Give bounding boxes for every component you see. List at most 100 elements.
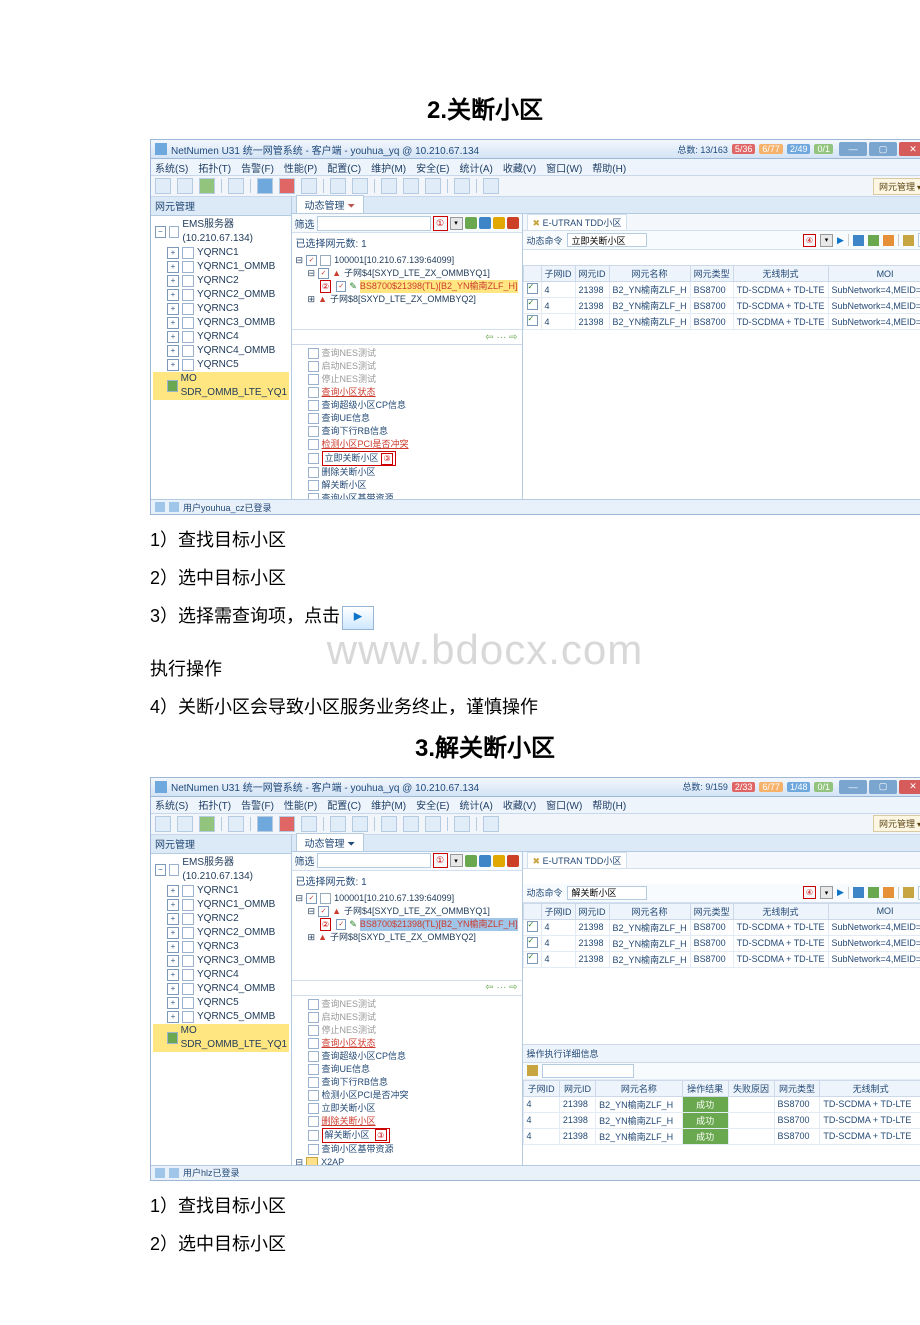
command-list[interactable]: 查询NES测试 启动NES测试 停止NES测试 查询小区状态 查询超级小区CP信… (292, 995, 522, 1165)
menu-system[interactable]: 系统(S) (155, 160, 188, 175)
menu-help[interactable]: 帮助(H) (592, 160, 626, 175)
tree-item[interactable]: YQRNC1 (197, 246, 239, 260)
cmd-pci-check[interactable]: 检测小区PCI是否冲突 (322, 438, 409, 451)
tool-icon[interactable] (177, 178, 193, 194)
tool-icon[interactable] (228, 816, 244, 832)
menu-perf[interactable]: 性能(P) (284, 160, 317, 175)
menu-item[interactable]: 拓扑(T) (198, 797, 231, 812)
tool-icon[interactable] (279, 178, 295, 194)
maximize-button[interactable]: ▢ (869, 142, 897, 156)
dropdown-icon[interactable]: ▾ (450, 854, 463, 867)
menu-window[interactable]: 窗口(W) (546, 160, 582, 175)
tool-icon[interactable] (257, 178, 273, 194)
table-row[interactable]: 421398B2_YN榆南ZLF_HBS8700TD-SCDMA + TD-LT… (523, 282, 920, 298)
filter-icon[interactable] (479, 855, 491, 867)
transfer-icons[interactable]: ⇦ ··· ⇨ (292, 980, 522, 995)
menu-maintain[interactable]: 维护(M) (371, 160, 406, 175)
result-table[interactable]: 子网ID 网元ID 网元名称 操作结果 失败原因 网元类型 无线制式 E-UTR… (523, 1080, 920, 1145)
filter-icon[interactable] (479, 217, 491, 229)
cmd-shutdown-cell[interactable]: 立即关断小区 ③ (322, 451, 397, 466)
tree-item[interactable]: YQRNC3_OMMB (197, 316, 275, 330)
menu-item[interactable]: 窗口(W) (546, 797, 582, 812)
result-filter-input[interactable] (542, 1064, 634, 1078)
table-row[interactable]: 421398B2_YN榆南ZLF_HBS8700TD-SCDMA + TD-LT… (523, 935, 920, 951)
menu-item[interactable]: 配置(C) (327, 797, 361, 812)
cmd-unshutdown-cell[interactable]: 解关断小区 ③ (322, 1128, 390, 1143)
dropdown-icon[interactable]: ▾ (820, 234, 833, 247)
right-dropdown[interactable]: 网元管理▾ (873, 178, 920, 195)
table-row[interactable]: 421398B2_YN榆南ZLF_HBS8700TD-SCDMA + TD-LT… (523, 951, 920, 967)
maximize-button[interactable]: ▢ (869, 780, 897, 794)
menu-security[interactable]: 安全(E) (416, 160, 449, 175)
tool-icon[interactable] (199, 816, 215, 832)
tool-icon[interactable] (381, 178, 397, 194)
selected-ne[interactable]: BS8700$21398(TL)[B2_YN榆南ZLF_H] (360, 918, 518, 931)
far-tab[interactable]: ✖ E-UTRAN TDD小区 (527, 214, 628, 230)
tool-icon[interactable] (199, 178, 215, 194)
tool-icon[interactable] (279, 816, 295, 832)
menu-item[interactable]: 维护(M) (371, 797, 406, 812)
tree-item[interactable]: YQRNC3 (197, 302, 239, 316)
tool-icon[interactable] (883, 235, 894, 246)
tree-item[interactable]: YQRNC2 (197, 274, 239, 288)
table-row[interactable]: 421398B2_YN榆南ZLF_HBS8700TD-SCDMA + TD-LT… (523, 298, 920, 314)
tool-icon[interactable] (868, 887, 879, 898)
minimize-button[interactable]: — (839, 780, 867, 794)
tool-icon[interactable] (853, 887, 864, 898)
tool-icon[interactable] (155, 816, 171, 832)
minimize-button[interactable]: — (839, 142, 867, 156)
table-row[interactable]: 421398B2_YN榆南ZLF_H成功BS8700TD-SCDMA + TD-… (523, 1128, 920, 1144)
ne-tree[interactable]: ⊟100001[10.210.67.139:64099] ⊟▲子网$4[SXYD… (292, 252, 522, 329)
transfer-icons[interactable]: ⇦ ··· ⇨ (292, 329, 522, 344)
tool-icon[interactable] (330, 178, 346, 194)
tool-icon[interactable] (352, 178, 368, 194)
tree-item-selected[interactable]: MO SDR_OMMB_LTE_YQ1 (181, 372, 289, 400)
table-row[interactable]: 421398B2_YN榆南ZLF_H成功BS8700TD-SCDMA + TD-… (523, 1096, 920, 1112)
tree-item[interactable]: YQRNC2_OMMB (197, 288, 275, 302)
menu-item[interactable]: 系统(S) (155, 797, 188, 812)
selected-ne[interactable]: BS8700$21398(TL)[B2_YN榆南ZLF_H] (360, 280, 518, 293)
tool-icon[interactable] (454, 178, 470, 194)
tool-icon[interactable] (352, 816, 368, 832)
cell-table[interactable]: 子网ID 网元ID 网元名称 网元类型 无线制式 MOI E-UTRAN TD … (523, 903, 920, 968)
tool-icon[interactable] (868, 235, 879, 246)
ne-tree[interactable]: ⊟100001[10.210.67.139:64099] ⊟▲子网$4[SXYD… (292, 890, 522, 980)
execute-icon[interactable]: ▶ (837, 235, 844, 246)
cell-table[interactable]: 子网ID 网元ID 网元名称 网元类型 无线制式 MOI E-UTRAN TD … (523, 265, 920, 330)
tool-icon[interactable] (483, 178, 499, 194)
tool-icon[interactable] (883, 887, 894, 898)
menu-item[interactable]: 性能(P) (284, 797, 317, 812)
search-input[interactable] (317, 216, 431, 231)
tool-icon[interactable] (425, 816, 441, 832)
filter-icon[interactable] (465, 217, 477, 229)
table-row[interactable]: 421398B2_YN榆南ZLF_HBS8700TD-SCDMA + TD-LT… (523, 919, 920, 935)
close-button[interactable]: ✕ (899, 142, 920, 156)
menu-config[interactable]: 配置(C) (327, 160, 361, 175)
tool-icon[interactable] (228, 178, 244, 194)
filter-icon[interactable] (903, 887, 914, 898)
menu-alarm[interactable]: 告警(F) (241, 160, 274, 175)
tool-icon[interactable] (301, 178, 317, 194)
menu-topology[interactable]: 拓扑(T) (198, 160, 231, 175)
tree-item[interactable]: YQRNC4_OMMB (197, 344, 275, 358)
tree-item[interactable]: YQRNC1_OMMB (197, 260, 275, 274)
tool-icon[interactable] (177, 816, 193, 832)
tool-icon[interactable] (257, 816, 273, 832)
tool-icon[interactable] (155, 178, 171, 194)
tab-dynamic[interactable]: 动态管理 ⏷ (296, 195, 365, 213)
table-row[interactable]: 421398B2_YN榆南ZLF_HBS8700TD-SCDMA + TD-LT… (523, 314, 920, 330)
execute-icon[interactable]: ▶ (837, 887, 844, 898)
menu-stat[interactable]: 统计(A) (459, 160, 492, 175)
dropdown-icon[interactable]: ▾ (450, 217, 463, 230)
tree-root[interactable]: EMS服务器(10.210.67.134) (182, 218, 288, 246)
tool-icon[interactable] (403, 178, 419, 194)
search-input[interactable] (317, 853, 431, 868)
tree-item[interactable]: YQRNC5 (197, 358, 239, 372)
tree-item-selected[interactable]: MO SDR_OMMB_LTE_YQ1 (181, 1024, 289, 1052)
command-list[interactable]: 查询NES测试 启动NES测试 停止NES测试 查询小区状态 查询超级小区CP信… (292, 344, 522, 499)
menu-item[interactable]: 安全(E) (416, 797, 449, 812)
tool-icon[interactable] (403, 816, 419, 832)
tool-icon[interactable] (425, 178, 441, 194)
filter-icon[interactable] (903, 235, 914, 246)
tool-icon[interactable] (483, 816, 499, 832)
